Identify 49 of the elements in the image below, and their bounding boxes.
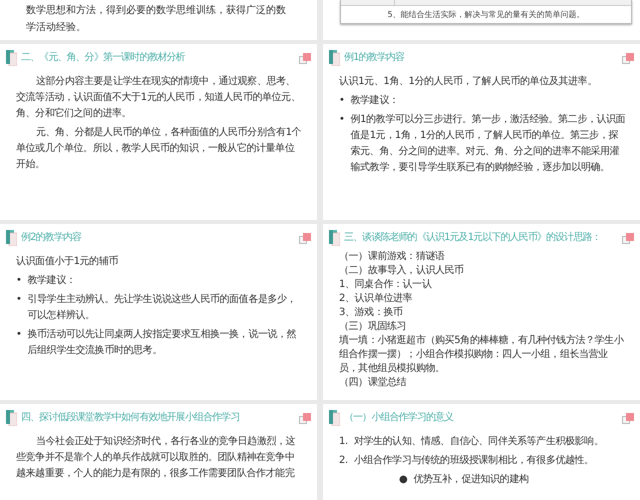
- list-item-text: 对学生的认知、情感、自信心、同伴关系等产生积极影响。: [354, 434, 604, 449]
- pages-icon: [622, 232, 634, 244]
- book-icon: [6, 50, 17, 66]
- pages-icon: [299, 232, 311, 244]
- paragraph: 元、角、分都是人民币的单位，各种面值的人民币分别含有1个单位或几个单位。所以，教学人民币的知识，一般从它的计量单位开始。: [16, 126, 302, 172]
- outline-line: 2、认识单位进率: [339, 292, 414, 306]
- slide-title: 三、谈谈陈老师的《认识1元及1元以下的人民币》的设计思路：: [344, 231, 602, 245]
- list-number: 2.: [339, 454, 348, 468]
- outline-line: 填一填：小猪逛超市（购买5角的棒棒糖，有几种付钱方法？学生小组合作摆一摆）；小组合作模拟购物：四人一小组，组长当营业员，其他组员模拟购物。: [339, 334, 625, 376]
- paragraph: 数学思想和方法，得到必要的数学思维训练，获得广泛的数学活动经验。: [26, 4, 287, 35]
- bullet-mark: •: [339, 113, 344, 127]
- book-icon: [6, 230, 17, 246]
- table-cell-text: 5、能结合生活实际，解决与常见的量有关的简单问题。: [386, 9, 586, 21]
- pages-icon: [299, 52, 311, 64]
- pages-icon: [622, 412, 634, 424]
- slide-title: 二、《元、角、分》第一课时的教材分析: [21, 51, 186, 65]
- pages-icon: [622, 52, 634, 64]
- slide-title: （一）小组合作学习的意义: [344, 411, 454, 425]
- list-item-text: 例1的教学可以分三步进行。第一步，激活经验。第二步，认识面值是1元，1角，1分的人民币，了解人民币的单位。第三步，探索元、角、分之间的进率。对元、角、分之间的进率不能采用灌输式教学，要引导学生联系已有的购物经验，逐步加以明确。: [350, 112, 626, 175]
- pages-icon: [299, 412, 311, 424]
- bullet-mark: •: [16, 293, 22, 307]
- paragraph: 认识面值小于1元的辅币: [16, 254, 119, 269]
- slide-title: 例1的教学内容: [344, 51, 406, 65]
- outline-line: （二）故事导入，认识人民币: [339, 264, 465, 278]
- bullet-mark: •: [16, 274, 22, 288]
- outline-line: （四）课堂总结: [339, 376, 408, 390]
- paragraph: 这部分内容主要是让学生在现实的情境中，通过观察、思考、交流等活动，认识面值不大于1元的人民币，知道人民币的单位元、角、分和它们之间的进率。: [16, 74, 302, 121]
- outline-line: 3、游戏：换币: [339, 306, 404, 320]
- outline-line: （一）课前游戏：猜谜语: [339, 250, 446, 264]
- book-icon: [329, 50, 340, 66]
- outline-line: （三）巩固练习: [339, 320, 408, 334]
- list-item-text: 小组合作学习与传统的班级授课制相比，有很多优越性。: [354, 454, 594, 468]
- list-item-text: 引导学生主动辨认。先让学生说说这些人民币的面值各是多少，可以怎样辨认。: [28, 292, 298, 323]
- list-item-text: 教学建议：: [350, 94, 399, 108]
- list-item-text: 优势互补，促进知识的建构: [413, 472, 529, 487]
- bullet-mark: ●: [399, 473, 408, 487]
- list-number: 1.: [339, 435, 348, 449]
- paragraph: 认识1元、1角、1分的人民币，了解人民币的单位及其进率。: [339, 74, 598, 89]
- slide-title: 四、探讨低段课堂教学中如何有效地开展小组合作学习: [21, 411, 240, 425]
- list-item-text: 换币活动可以先让同桌两人按指定要求互相换一换，说一说，然后组织学生交流换币时的思考。: [28, 328, 298, 358]
- paragraph: 当今社会正处于知识经济时代，各行各业的竞争日趋激烈，这些竞争并不是靠个人的单兵作战就可以取胜的。团队精神在竞争中越来越重要，个人的能力是有限的，很多工作需要团队合作才能完: [16, 434, 296, 481]
- outline-line: 1、同桌合作：认一认: [339, 278, 432, 292]
- book-icon: [6, 410, 17, 426]
- bullet-mark: •: [16, 328, 22, 342]
- bullet-mark: •: [339, 94, 344, 108]
- book-icon: [329, 230, 340, 246]
- list-item-text: 教学建议：: [28, 274, 76, 288]
- book-icon: [329, 410, 340, 426]
- slide-title: 例2的教学内容: [21, 231, 82, 245]
